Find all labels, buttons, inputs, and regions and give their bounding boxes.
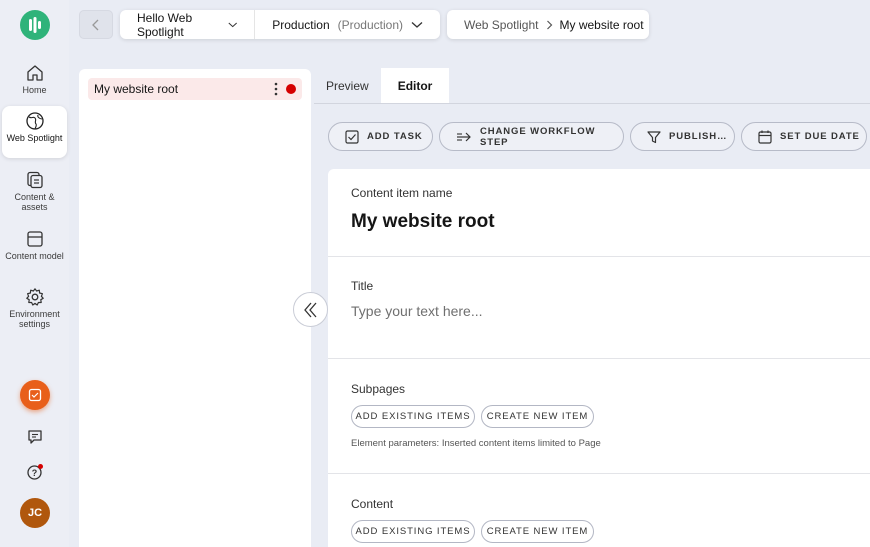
project-dropdown[interactable]: Hello Web Spotlight [120,10,256,39]
feedback-button[interactable] [20,380,50,410]
environment-name: Production [272,17,330,32]
nav-item-label: Web Spotlight [6,133,63,143]
nav-item-label: Content & assets [14,192,55,212]
set-due-date-button[interactable]: SET DUE DATE [741,122,867,151]
content-editor: Content item name My website root Title … [328,169,870,547]
home-icon [26,65,43,81]
publish-button[interactable]: PUBLISH… [630,122,735,151]
checkbox-icon [345,129,359,144]
nav-item-content-assets[interactable]: Content & assets [2,165,67,217]
change-workflow-step-button[interactable]: CHANGE WORKFLOW STEP [439,122,624,151]
tree-item-website-root[interactable]: My website root [88,78,302,100]
project-environment-selector: Hello Web Spotlight Production (Producti… [120,10,440,39]
model-icon [26,231,43,247]
message-icon[interactable] [25,427,45,447]
chevron-right-icon [546,20,552,29]
nav-item-label: Content model [5,251,64,261]
subpages-label: Subpages [351,382,406,396]
more-options-icon[interactable] [274,82,278,96]
content-item-name-label: Content item name [351,186,453,200]
content-create-new-button[interactable]: CREATE NEW ITEM [481,520,594,543]
tab-editor[interactable]: Editor [380,68,450,103]
chevron-down-icon [228,22,237,27]
tree-item-label: My website root [94,82,179,96]
subpages-hint: Element parameters: Inserted content ite… [351,438,601,449]
help-icon[interactable]: ? [25,462,45,482]
nav-item-home[interactable]: Home [2,58,67,110]
section-divider [328,473,870,474]
add-task-button[interactable]: ADD TASK [328,122,433,151]
avatar-initials: JC [27,507,43,519]
content-label: Content [351,497,394,511]
title-label: Title [351,279,374,293]
double-chevron-left-icon [303,302,316,317]
title-input[interactable]: Type your text here... [351,303,483,319]
svg-text:?: ? [32,468,38,478]
chevron-down-icon [411,21,423,28]
publish-label: PUBLISH… [669,131,728,142]
subpages-add-existing-button[interactable]: ADD EXISTING ITEMS [351,405,475,428]
breadcrumb: Web Spotlight My website root [447,10,649,39]
add-task-label: ADD TASK [367,131,423,142]
change-workflow-label: CHANGE WORKFLOW STEP [480,125,596,148]
avatar[interactable]: JC [20,498,50,528]
subpages-create-new-button[interactable]: CREATE NEW ITEM [481,405,594,428]
gear-icon [25,288,44,306]
view-tabs: Preview Editor [314,68,450,103]
environment-dropdown[interactable]: Production (Production) [255,10,440,39]
back-button[interactable] [79,10,113,39]
tabs-divider [314,103,870,104]
content-item-name-value[interactable]: My website root [351,211,495,233]
workflow-arrow-icon [457,132,471,141]
section-divider [328,358,870,359]
chevron-left-icon [92,19,99,30]
app-logo[interactable] [20,10,50,40]
calendar-icon [758,130,772,144]
content-item-name-section: Content item name My website root [328,169,870,257]
breadcrumb-item-current: My website root [559,17,644,32]
nav-item-web-spotlight[interactable]: Web Spotlight [2,106,67,158]
publish-icon [647,130,661,143]
nav-item-environment-settings[interactable]: Environment settings [2,282,67,334]
collapse-tree-button[interactable] [293,292,328,327]
left-navigation: Home Web Spotlight Content & assets Cont… [0,0,69,547]
tab-preview[interactable]: Preview [314,68,381,103]
breadcrumb-item-web-spotlight[interactable]: Web Spotlight [464,18,539,32]
globe-icon [25,112,44,130]
set-due-date-label: SET DUE DATE [780,131,860,142]
status-dot [286,84,296,94]
page-tree-panel: My website root [79,69,311,547]
project-name: Hello Web Spotlight [137,10,193,39]
content-add-existing-button[interactable]: ADD EXISTING ITEMS [351,520,475,543]
content-icon [26,171,43,189]
nav-item-content-model[interactable]: Content model [2,224,67,276]
environment-type: (Production) [337,17,403,32]
chat-icon [28,388,42,402]
nav-item-label: Environment settings [9,309,60,329]
nav-item-label: Home [22,85,47,95]
